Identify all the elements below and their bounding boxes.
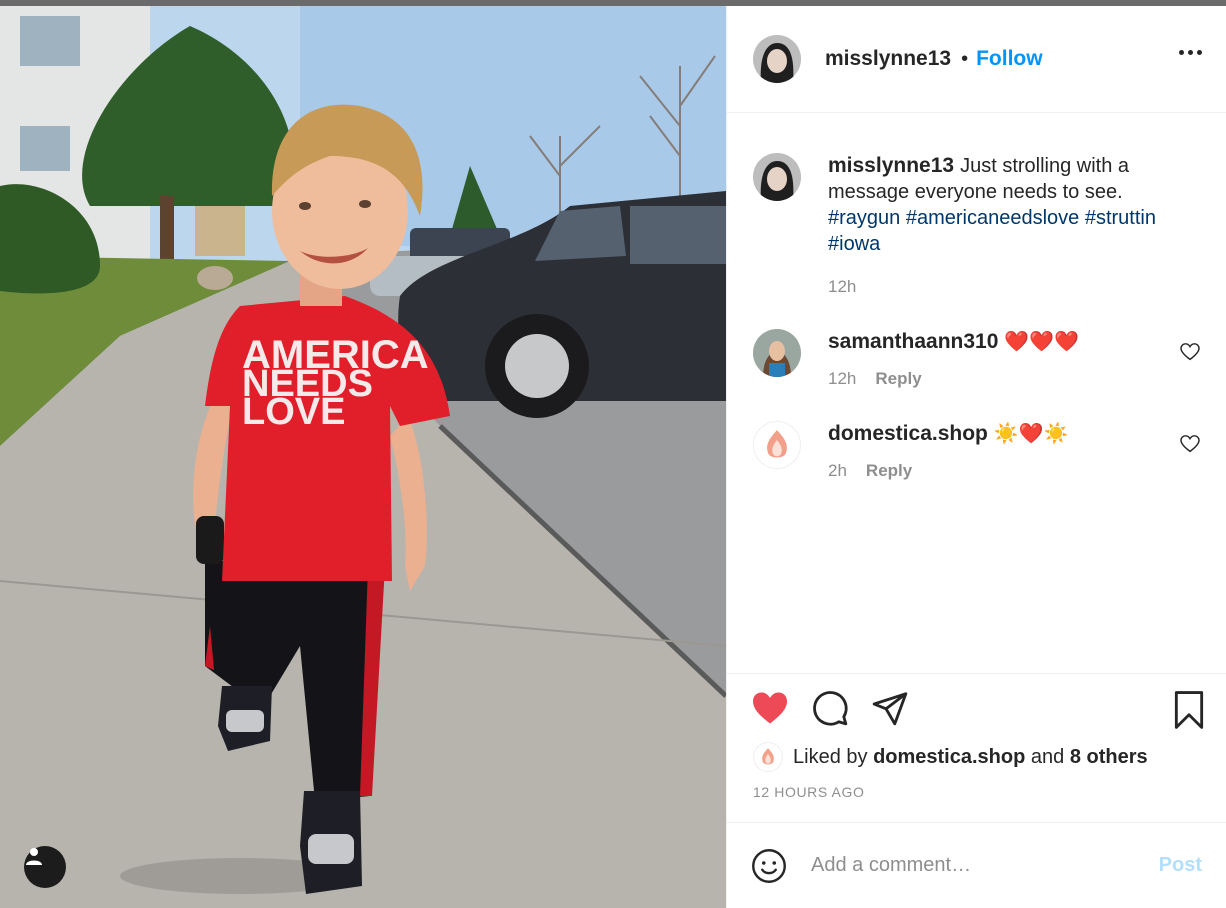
post-photo[interactable]: AMERICA NEEDS LOVE [0, 6, 726, 908]
post-header: misslynne13 • Follow [727, 6, 1226, 113]
caption-author[interactable]: misslynne13 [828, 154, 954, 177]
commenter-avatar[interactable] [753, 329, 801, 377]
liker-username[interactable]: domestica.shop [873, 746, 1025, 769]
commenter-username[interactable]: samanthaann310 [828, 330, 998, 353]
photo-illustration: AMERICA NEEDS LOVE [0, 6, 726, 908]
caption-text: misslynne13 Just strolling with a message… [828, 153, 1200, 257]
comment-item: samanthaann310 ❤️❤️❤️ 12h Reply [753, 329, 1200, 389]
follow-button[interactable]: Follow [976, 47, 1043, 71]
like-comment-heart-icon[interactable] [1180, 435, 1200, 458]
post-timestamp[interactable]: 12 HOURS AGO [727, 784, 1226, 800]
likes-prefix: Liked by [793, 745, 868, 768]
comment-input[interactable] [811, 854, 1159, 877]
author-username[interactable]: misslynne13 [825, 47, 951, 71]
author-avatar[interactable] [753, 35, 801, 83]
bookmark-icon[interactable] [1172, 691, 1206, 734]
commenter-avatar[interactable] [753, 421, 801, 469]
hashtag[interactable]: #raygun [828, 207, 900, 229]
post-comment-button[interactable]: Post [1159, 854, 1202, 877]
user-tag-icon[interactable] [24, 846, 66, 888]
likes-summary: Liked by domestica.shop and 8 others [727, 742, 1226, 772]
add-comment-bar: Post [727, 822, 1226, 908]
comment-time[interactable]: 2h [828, 461, 847, 481]
post-actions-section: Liked by domestica.shop and 8 others 12 … [727, 673, 1226, 800]
shirt-line-3: LOVE [242, 391, 345, 433]
hashtag[interactable]: #americaneedslove [906, 207, 1079, 229]
likes-and: and [1030, 745, 1065, 768]
heart-icon[interactable] [751, 691, 789, 725]
reply-button[interactable]: Reply [866, 461, 912, 481]
post-side-panel: misslynne13 • Follow misslynne13 Just str… [726, 6, 1226, 908]
commenter-username[interactable]: domestica.shop [828, 422, 988, 445]
caption-time[interactable]: 12h [828, 277, 856, 297]
action-bar [727, 674, 1226, 742]
comment-icon[interactable] [811, 689, 849, 727]
hashtag[interactable]: #struttin [1085, 207, 1156, 229]
more-icon[interactable] [1179, 50, 1202, 55]
caption-author-avatar[interactable] [753, 153, 801, 201]
comment-time[interactable]: 12h [828, 369, 856, 389]
comments-list: misslynne13 Just strolling with a message… [727, 153, 1226, 481]
liker-avatar[interactable] [753, 742, 783, 772]
comment-item: domestica.shop ☀️❤️☀️ 2h Reply [753, 421, 1200, 481]
comment-text: ☀️❤️☀️ [993, 423, 1069, 445]
share-icon[interactable] [871, 689, 909, 727]
reply-button[interactable]: Reply [875, 369, 921, 389]
like-comment-heart-icon[interactable] [1180, 343, 1200, 366]
emoji-icon[interactable] [751, 848, 787, 884]
likes-others-link[interactable]: 8 others [1070, 746, 1148, 769]
separator-dot: • [961, 47, 969, 70]
comment-text: ❤️❤️❤️ [1004, 331, 1080, 353]
caption: misslynne13 Just strolling with a message… [753, 153, 1200, 297]
hashtag[interactable]: #iowa [828, 233, 880, 255]
